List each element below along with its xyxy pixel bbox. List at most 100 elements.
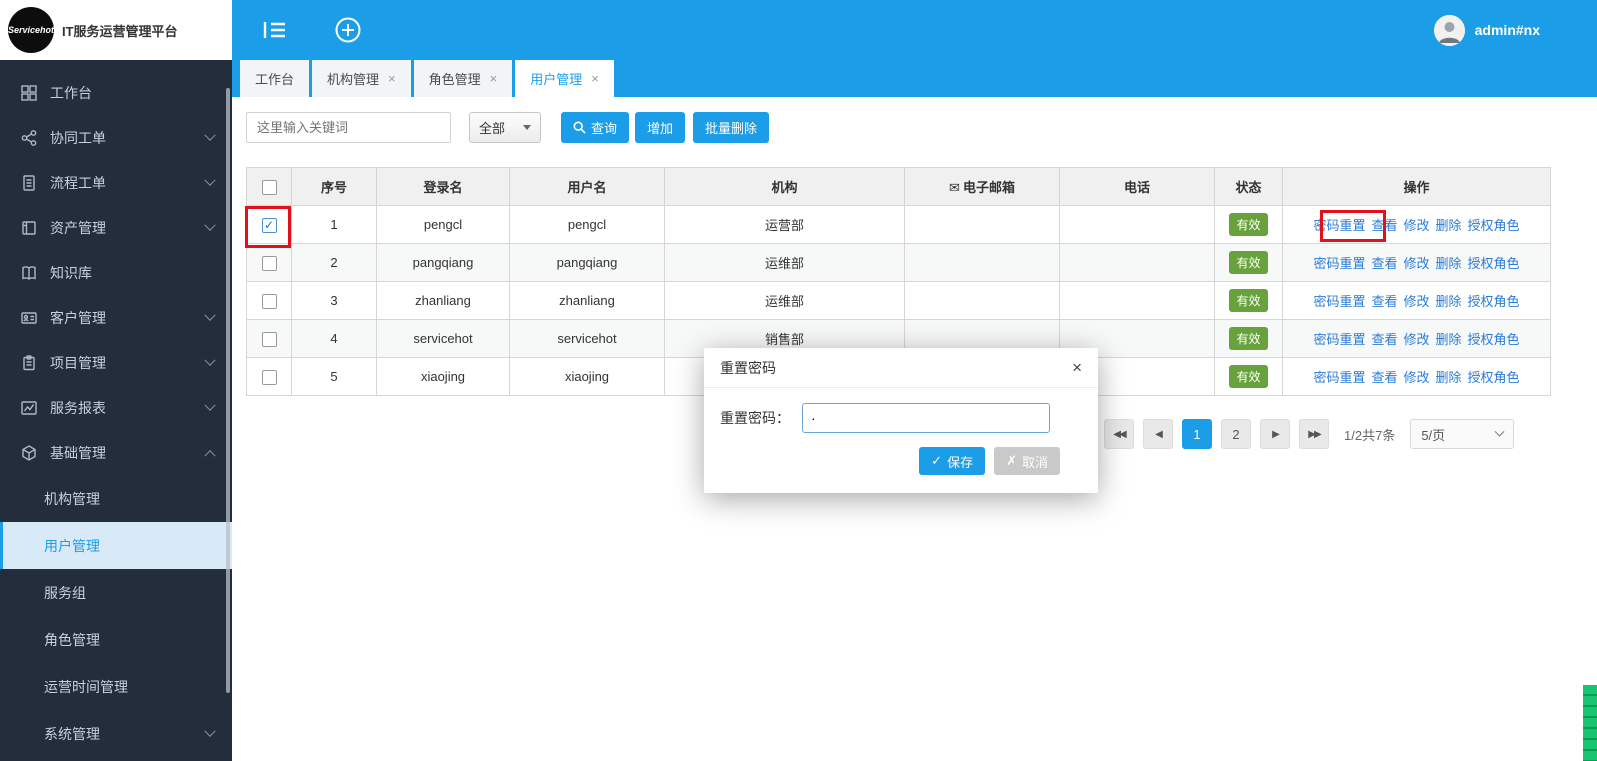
prev-page-icon[interactable]: ◀ bbox=[1143, 419, 1173, 449]
delete-link[interactable]: 删除 bbox=[1436, 370, 1462, 385]
row-checkbox[interactable] bbox=[262, 332, 277, 347]
chevron-down-icon bbox=[204, 129, 215, 140]
save-label: 保存 bbox=[947, 452, 973, 471]
col-status: 状态 bbox=[1215, 168, 1283, 206]
tab-label: 工作台 bbox=[255, 69, 294, 88]
authorize-role-link[interactable]: 授权角色 bbox=[1468, 218, 1520, 233]
delete-link[interactable]: 删除 bbox=[1436, 218, 1462, 233]
reset-password-link[interactable]: 密码重置 bbox=[1313, 370, 1365, 385]
menu-toggle-icon[interactable] bbox=[262, 19, 288, 41]
sidebar-subitem-label: 系统管理 bbox=[44, 724, 100, 744]
sidebar-item-project-mgmt[interactable]: 项目管理 bbox=[0, 340, 232, 385]
cell-login: pangqiang bbox=[377, 244, 510, 282]
tab-org-mgmt[interactable]: 机构管理 × bbox=[312, 60, 411, 97]
row-checkbox[interactable]: ✓ bbox=[262, 218, 277, 233]
modal-footer: ✓ 保存 ✗ 取消 bbox=[704, 433, 1098, 475]
cell-username: pengcl bbox=[510, 206, 665, 244]
cell-index: 3 bbox=[292, 282, 377, 320]
edit-link[interactable]: 修改 bbox=[1403, 294, 1429, 309]
authorize-role-link[interactable]: 授权角色 bbox=[1468, 370, 1520, 385]
sidebar-subitem-user-mgmt[interactable]: 用户管理 bbox=[0, 522, 232, 569]
close-icon[interactable]: × bbox=[490, 72, 498, 85]
authorize-role-link[interactable]: 授权角色 bbox=[1468, 294, 1520, 309]
scrollbar-thumb[interactable] bbox=[1583, 685, 1597, 761]
batch-delete-button[interactable]: 批量删除 bbox=[693, 112, 769, 143]
sidebar-item-knowledge-base[interactable]: 知识库 bbox=[0, 250, 232, 295]
sidebar-item-customer-mgmt[interactable]: 客户管理 bbox=[0, 295, 232, 340]
page-button-1[interactable]: 1 bbox=[1182, 419, 1212, 449]
delete-link[interactable]: 删除 bbox=[1436, 256, 1462, 271]
delete-link[interactable]: 删除 bbox=[1436, 332, 1462, 347]
tab-label: 机构管理 bbox=[327, 69, 379, 88]
reset-password-link[interactable]: 密码重置 bbox=[1313, 332, 1365, 347]
sidebar-subitem-role-mgmt[interactable]: 角色管理 bbox=[0, 616, 232, 663]
cell-phone bbox=[1060, 244, 1215, 282]
plus-icon[interactable] bbox=[334, 16, 362, 44]
sidebar-scrollbar[interactable] bbox=[226, 88, 230, 693]
view-link[interactable]: 查看 bbox=[1371, 218, 1397, 233]
sidebar-item-workbench[interactable]: 工作台 bbox=[0, 70, 232, 115]
add-button[interactable]: 增加 bbox=[635, 112, 685, 143]
query-button[interactable]: 查询 bbox=[561, 112, 629, 143]
row-checkbox[interactable] bbox=[262, 370, 277, 385]
reset-password-link[interactable]: 密码重置 bbox=[1313, 218, 1365, 233]
sidebar-item-base-mgmt[interactable]: 基础管理 bbox=[0, 430, 232, 475]
sidebar-item-asset-mgmt[interactable]: 资产管理 bbox=[0, 205, 232, 250]
page-button-2[interactable]: 2 bbox=[1221, 419, 1251, 449]
collab-ticket-icon bbox=[20, 129, 38, 147]
close-icon[interactable]: × bbox=[388, 72, 396, 85]
sidebar-subitem-org-mgmt[interactable]: 机构管理 bbox=[0, 475, 232, 522]
reset-password-modal: 重置密码 × 重置密码： ✓ 保存 ✗ 取消 bbox=[704, 348, 1098, 493]
edit-link[interactable]: 修改 bbox=[1403, 256, 1429, 271]
first-page-icon[interactable]: ◀◀ bbox=[1104, 419, 1134, 449]
edit-link[interactable]: 修改 bbox=[1403, 332, 1429, 347]
status-filter-select[interactable]: 全部 bbox=[469, 112, 541, 143]
cell-index: 2 bbox=[292, 244, 377, 282]
user-area[interactable]: admin#nx bbox=[1434, 15, 1540, 46]
sidebar-subitem-service-group[interactable]: 服务组 bbox=[0, 569, 232, 616]
sidebar-item-label: 项目管理 bbox=[50, 353, 106, 373]
select-all-checkbox[interactable] bbox=[262, 180, 277, 195]
edit-link[interactable]: 修改 bbox=[1403, 218, 1429, 233]
sidebar-subitem-system-mgmt[interactable]: 系统管理 bbox=[0, 710, 232, 757]
avatar[interactable] bbox=[1434, 15, 1465, 46]
report-icon bbox=[20, 399, 38, 417]
edit-link[interactable]: 修改 bbox=[1403, 370, 1429, 385]
view-link[interactable]: 查看 bbox=[1371, 294, 1397, 309]
sidebar-item-service-reports[interactable]: 服务报表 bbox=[0, 385, 232, 430]
cell-email bbox=[905, 206, 1060, 244]
page-size-select[interactable]: 5/页 bbox=[1410, 419, 1514, 449]
tab-role-mgmt[interactable]: 角色管理 × bbox=[414, 60, 513, 97]
sidebar-item-collab-tickets[interactable]: 协同工单 bbox=[0, 115, 232, 160]
chevron-down-icon bbox=[1495, 426, 1505, 436]
tab-user-mgmt[interactable]: 用户管理 × bbox=[515, 60, 614, 97]
cell-phone bbox=[1060, 206, 1215, 244]
reset-password-link[interactable]: 密码重置 bbox=[1313, 294, 1365, 309]
view-link[interactable]: 查看 bbox=[1371, 370, 1397, 385]
cancel-button[interactable]: ✗ 取消 bbox=[994, 447, 1060, 475]
sidebar-subitem-label: 角色管理 bbox=[44, 630, 100, 650]
last-page-icon[interactable]: ▶▶ bbox=[1299, 419, 1329, 449]
authorize-role-link[interactable]: 授权角色 bbox=[1468, 332, 1520, 347]
delete-link[interactable]: 删除 bbox=[1436, 294, 1462, 309]
sidebar-item-label: 工作台 bbox=[50, 83, 92, 103]
close-icon[interactable]: × bbox=[591, 72, 599, 85]
sidebar-subitem-label: 用户管理 bbox=[44, 536, 100, 556]
table-row: 3 zhanliang zhanliang 运维部 有效 密码重置查看修改删除授… bbox=[247, 282, 1551, 320]
save-button[interactable]: ✓ 保存 bbox=[919, 447, 985, 475]
tab-workbench[interactable]: 工作台 bbox=[240, 60, 309, 97]
view-link[interactable]: 查看 bbox=[1371, 332, 1397, 347]
reset-password-input[interactable] bbox=[802, 403, 1050, 433]
sidebar-item-process-tickets[interactable]: 流程工单 bbox=[0, 160, 232, 205]
username: admin#nx bbox=[1475, 22, 1540, 38]
row-checkbox[interactable] bbox=[262, 294, 277, 309]
reset-password-link[interactable]: 密码重置 bbox=[1313, 256, 1365, 271]
keyword-input[interactable] bbox=[246, 112, 451, 143]
table-header-row: 序号 登录名 用户名 机构 ✉电子邮箱 电话 状态 操作 bbox=[247, 168, 1551, 206]
view-link[interactable]: 查看 bbox=[1371, 256, 1397, 271]
authorize-role-link[interactable]: 授权角色 bbox=[1468, 256, 1520, 271]
close-icon[interactable]: × bbox=[1072, 359, 1082, 376]
sidebar-subitem-operation-time-mgmt[interactable]: 运营时间管理 bbox=[0, 663, 232, 710]
next-page-icon[interactable]: ▶ bbox=[1260, 419, 1290, 449]
row-checkbox[interactable] bbox=[262, 256, 277, 271]
